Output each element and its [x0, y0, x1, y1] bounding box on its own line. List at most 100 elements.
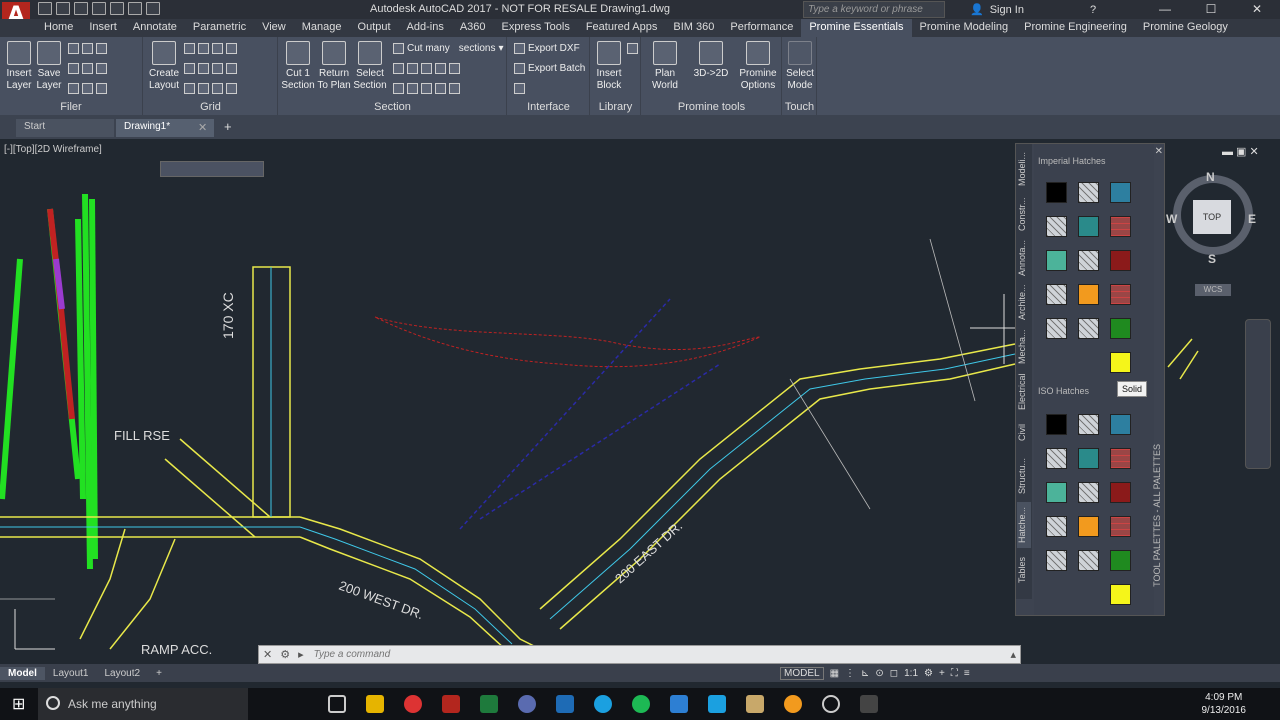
create-layout-button[interactable]: Create Layout [148, 41, 180, 92]
library-tool[interactable] [627, 43, 638, 54]
viewport-window-controls[interactable]: ▬ ▣ ✕ [1222, 145, 1259, 158]
hatch-swatch[interactable] [1078, 550, 1099, 571]
viewcube[interactable]: TOP N S E W [1166, 170, 1258, 266]
hatch-swatch[interactable] [1046, 550, 1067, 571]
palette-tab-electrical[interactable]: Electrical [1017, 372, 1031, 412]
palette-tab-tables[interactable]: Tables [1017, 552, 1031, 588]
tab-layout2[interactable]: Layout2 [96, 667, 148, 680]
command-customize-icon[interactable]: ⚙ [276, 648, 294, 661]
plus-icon[interactable]: + [939, 668, 945, 679]
excel-icon[interactable] [480, 695, 498, 713]
palette-tab-architectural[interactable]: Archite... [1017, 282, 1031, 322]
solid-hatch-swatch[interactable] [1110, 584, 1131, 605]
tab-bim360[interactable]: BIM 360 [665, 19, 722, 37]
open-file-icon[interactable] [56, 2, 70, 15]
hatch-swatch[interactable] [1046, 448, 1067, 469]
palette-close-icon[interactable]: ✕ [1155, 146, 1163, 157]
filer-tool-3[interactable] [68, 83, 107, 94]
command-history-icon[interactable]: ▴ [1006, 648, 1020, 661]
solid-hatch-swatch[interactable] [1110, 352, 1131, 373]
filer-tool-2[interactable] [68, 63, 107, 74]
section-tools-3[interactable] [393, 83, 460, 94]
promine-options-button[interactable]: Promine Options [738, 41, 778, 92]
doc-tab-start[interactable]: Start [16, 119, 114, 137]
spotify-icon[interactable] [632, 695, 650, 713]
tab-model[interactable]: Model [0, 666, 45, 680]
edge-icon[interactable] [670, 695, 688, 713]
hatch-swatch[interactable] [1078, 318, 1099, 339]
hatch-swatch[interactable] [1110, 318, 1131, 339]
return-to-plan-button[interactable]: Return To Plan [317, 41, 351, 92]
viewcube-top-face[interactable]: TOP [1193, 200, 1231, 234]
hatch-swatch[interactable] [1046, 182, 1067, 203]
hatch-swatch[interactable] [1078, 482, 1099, 503]
hatch-swatch[interactable] [1110, 482, 1131, 503]
grid-tools-3[interactable] [184, 83, 237, 94]
tab-view[interactable]: View [254, 19, 294, 37]
compass-west[interactable]: W [1166, 212, 1177, 226]
hatch-swatch[interactable] [1078, 448, 1099, 469]
taskbar-search[interactable]: Ask me anything [38, 688, 248, 720]
command-input[interactable] [307, 649, 1007, 660]
settings-icon[interactable]: ⚙ [924, 668, 933, 679]
app-icon[interactable] [518, 695, 536, 713]
save-as-icon[interactable] [92, 2, 106, 15]
hatch-swatch[interactable] [1046, 414, 1067, 435]
palette-tab-constraints[interactable]: Constr... [1017, 194, 1031, 234]
hatch-swatch[interactable] [1110, 516, 1131, 537]
tab-featured-apps[interactable]: Featured Apps [578, 19, 666, 37]
save-icon[interactable] [74, 2, 88, 15]
palette-tab-hatches[interactable]: Hatche... [1017, 502, 1031, 548]
palette-tab-civil[interactable]: Civil [1017, 416, 1031, 450]
redo-icon[interactable] [146, 2, 160, 15]
tab-insert[interactable]: Insert [81, 19, 125, 37]
select-mode-button[interactable]: Select Mode [785, 41, 815, 92]
hatch-swatch[interactable] [1110, 182, 1131, 203]
save-layer-button[interactable]: Save Layer [36, 41, 62, 92]
navigation-bar[interactable] [1245, 319, 1271, 469]
help-icon[interactable]: ? [1090, 4, 1096, 16]
windows-start-icon[interactable]: ⊞ [12, 694, 25, 714]
hatch-swatch[interactable] [1078, 414, 1099, 435]
tab-promine-geology[interactable]: Promine Geology [1135, 19, 1236, 37]
undo-icon[interactable] [128, 2, 142, 15]
grid-tools-2[interactable] [184, 63, 237, 74]
tab-performance[interactable]: Performance [722, 19, 801, 37]
compass-east[interactable]: E [1248, 212, 1256, 226]
hatch-swatch[interactable] [1110, 216, 1131, 237]
hatch-swatch[interactable] [1046, 250, 1067, 271]
task-view-icon[interactable] [328, 695, 346, 713]
palette-tab-modeling[interactable]: Modeli... [1017, 148, 1031, 190]
app-icon[interactable] [784, 695, 802, 713]
osnap-icon[interactable]: ◻ [890, 668, 898, 679]
app-icon[interactable] [746, 695, 764, 713]
palette-tab-mechanical[interactable]: Mecha... [1017, 326, 1031, 368]
file-explorer-icon[interactable] [366, 695, 384, 713]
tab-express-tools[interactable]: Express Tools [494, 19, 578, 37]
tab-promine-essentials[interactable]: Promine Essentials [801, 19, 912, 37]
sign-in[interactable]: 👤 Sign In ? [970, 3, 1096, 17]
snap-icon[interactable]: ⋮ [845, 668, 855, 679]
plot-icon[interactable] [110, 2, 124, 15]
minimize-icon[interactable]: — [1142, 0, 1188, 19]
hatch-swatch[interactable] [1046, 318, 1067, 339]
3d-to-2d-button[interactable]: 3D->2D [692, 41, 730, 80]
settings-gear-icon[interactable] [822, 695, 840, 713]
autocad-taskbar-icon[interactable] [442, 695, 460, 713]
hatch-swatch[interactable] [1110, 250, 1131, 271]
hatch-swatch[interactable] [1046, 516, 1067, 537]
filer-tool-1[interactable] [68, 43, 107, 54]
model-space-toggle[interactable]: MODEL [780, 666, 824, 680]
ortho-icon[interactable]: ⊾ [861, 668, 869, 679]
wcs-menu[interactable]: WCS [1195, 284, 1231, 296]
chrome-icon[interactable] [404, 695, 422, 713]
app-icon[interactable] [860, 695, 878, 713]
hatch-swatch[interactable] [1046, 482, 1067, 503]
outlook-icon[interactable] [556, 695, 574, 713]
hatch-swatch[interactable] [1110, 414, 1131, 435]
hatch-swatch[interactable] [1078, 216, 1099, 237]
export-batch-button[interactable]: Export Batch [514, 63, 585, 74]
annotation-scale[interactable]: 1:1 [904, 668, 918, 679]
section-tools-2[interactable] [393, 63, 460, 74]
hatch-swatch[interactable] [1110, 550, 1131, 571]
